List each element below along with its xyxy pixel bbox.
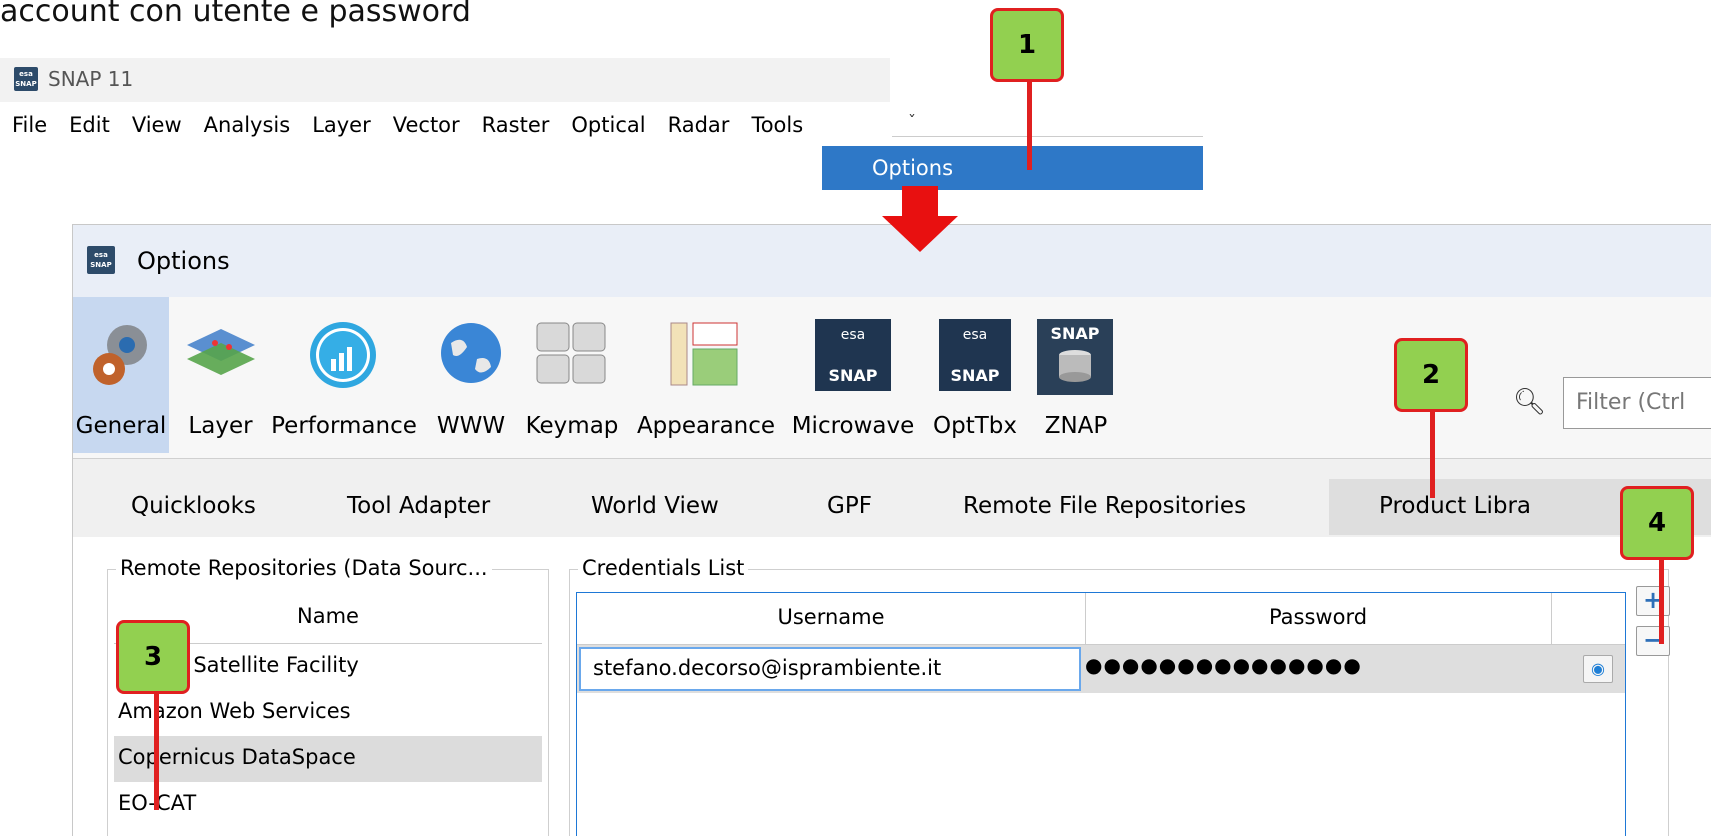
- znap-database-icon: SNAP: [1037, 319, 1113, 395]
- category-microwave[interactable]: esa SNAP Microwave: [785, 297, 921, 453]
- annotation-pointer: [154, 690, 159, 810]
- category-keymap[interactable]: Keymap: [519, 297, 625, 453]
- category-znap[interactable]: SNAP ZNAP: [1031, 297, 1121, 453]
- tab-world-view[interactable]: World View: [591, 479, 719, 535]
- menu-vector[interactable]: Vector: [382, 107, 471, 147]
- category-label: Layer: [188, 413, 253, 439]
- annotation-pointer: [1430, 410, 1435, 498]
- category-label: Appearance: [636, 413, 776, 439]
- category-label: Keymap: [525, 413, 619, 439]
- esa-snap-logo: esa SNAP: [87, 246, 115, 274]
- dialog-title: Options: [137, 247, 230, 275]
- options-dialog: esa SNAP Options General Layer Performan…: [72, 224, 1711, 836]
- category-label: ZNAP: [1044, 413, 1108, 439]
- svg-text:SNAP: SNAP: [950, 366, 999, 385]
- menu-tools[interactable]: Tools: [740, 107, 814, 147]
- menu-file[interactable]: File: [0, 107, 58, 147]
- esa-snap-logo: esa SNAP: [14, 67, 38, 91]
- category-label: OptTbx: [933, 413, 1017, 439]
- repository-row[interactable]: EO-CAT: [114, 782, 542, 828]
- annotation-badge-1: 1: [990, 8, 1064, 82]
- menu-edit[interactable]: Edit: [58, 107, 121, 147]
- credentials-table: Username Password stefano.decorso@ispram…: [576, 592, 1626, 836]
- options-tab-bar: Quicklooks Tool Adapter World View GPF R…: [73, 465, 1711, 535]
- instruction-heading: account con utente e password: [0, 0, 471, 29]
- credential-row[interactable]: stefano.decorso@isprambiente.it ●●●●●●●●…: [577, 645, 1625, 693]
- gears-icon: [93, 325, 147, 385]
- credentials-list-group: Credentials List Username Password stefa…: [569, 556, 1669, 836]
- globe-icon: [441, 323, 501, 383]
- remote-repositories-group: Remote Repositories (Data Sourc... Name …: [107, 556, 549, 836]
- menu-item-options[interactable]: Options: [822, 146, 1203, 190]
- annotation-pointer: [1659, 556, 1664, 644]
- tab-remote-file-repositories[interactable]: Remote File Repositories: [963, 479, 1246, 535]
- tab-tool-adapter[interactable]: Tool Adapter: [347, 479, 490, 535]
- menu-separator: [892, 136, 1203, 137]
- window-title: SNAP 11: [48, 67, 134, 91]
- svg-text:SNAP: SNAP: [1050, 324, 1099, 343]
- category-performance[interactable]: Performance: [269, 297, 419, 453]
- group-legend: Remote Repositories (Data Sourc...: [116, 556, 492, 580]
- category-www[interactable]: WWW: [431, 297, 511, 453]
- menu-optical[interactable]: Optical: [560, 107, 656, 147]
- snap-title-bar: esa SNAP SNAP 11: [0, 58, 890, 102]
- column-separator: [1551, 593, 1552, 645]
- credentials-header: Username Password: [577, 593, 1625, 645]
- menu-analysis[interactable]: Analysis: [193, 107, 302, 147]
- appearance-icon: [670, 322, 738, 386]
- menu-raster[interactable]: Raster: [471, 107, 561, 147]
- eye-icon[interactable]: ◉: [1583, 655, 1613, 683]
- category-general[interactable]: General: [73, 297, 169, 453]
- remove-credential-button[interactable]: −: [1636, 626, 1670, 656]
- category-opttbx[interactable]: esa SNAP OptTbx: [925, 297, 1025, 453]
- add-credential-button[interactable]: +: [1636, 586, 1670, 616]
- keyboard-icon: [536, 322, 606, 384]
- annotation-badge-3: 3: [116, 620, 190, 694]
- column-header-username[interactable]: Username: [577, 605, 1085, 629]
- repository-row-selected[interactable]: Copernicus DataSpace: [114, 736, 542, 782]
- performance-chart-icon: [310, 322, 376, 388]
- category-layer[interactable]: Layer: [173, 297, 268, 453]
- esa-optical-snap-icon: esa SNAP: [939, 319, 1011, 391]
- menu-radar[interactable]: Radar: [657, 107, 741, 147]
- annotation-pointer: [1027, 78, 1032, 170]
- product-library-panel: Remote Repositories (Data Sourc... Name …: [73, 537, 1711, 836]
- svg-text:esa: esa: [841, 327, 866, 343]
- annotation-badge-2: 2: [1394, 338, 1468, 412]
- repository-row[interactable]: Amazon Web Services: [114, 690, 542, 736]
- menu-caret-icon: ˇ: [908, 112, 916, 131]
- category-label: WWW: [436, 413, 506, 439]
- password-cell[interactable]: ●●●●●●●●●●●●●●●: [1085, 653, 1362, 677]
- category-label: General: [75, 413, 167, 439]
- category-label: Microwave: [791, 413, 915, 439]
- category-appearance[interactable]: Appearance: [633, 297, 779, 453]
- column-header-password[interactable]: Password: [1085, 605, 1551, 629]
- menu-bar: File Edit View Analysis Layer Vector Ras…: [0, 107, 814, 147]
- group-legend: Credentials List: [578, 556, 749, 580]
- search-icon: 🔍︎: [1513, 387, 1547, 417]
- menu-view[interactable]: View: [121, 107, 193, 147]
- svg-text:SNAP: SNAP: [828, 366, 877, 385]
- username-cell[interactable]: stefano.decorso@isprambiente.it: [579, 647, 1081, 691]
- layers-icon: [187, 329, 255, 375]
- svg-text:esa: esa: [963, 327, 988, 343]
- tab-quicklooks[interactable]: Quicklooks: [131, 479, 256, 535]
- category-label: Performance: [271, 413, 417, 439]
- menu-layer[interactable]: Layer: [301, 107, 382, 147]
- tab-gpf[interactable]: GPF: [827, 479, 872, 535]
- annotation-badge-4: 4: [1620, 486, 1694, 560]
- filter-input[interactable]: Filter (Ctrl: [1563, 377, 1711, 429]
- esa-microwave-snap-icon: esa SNAP: [815, 319, 891, 391]
